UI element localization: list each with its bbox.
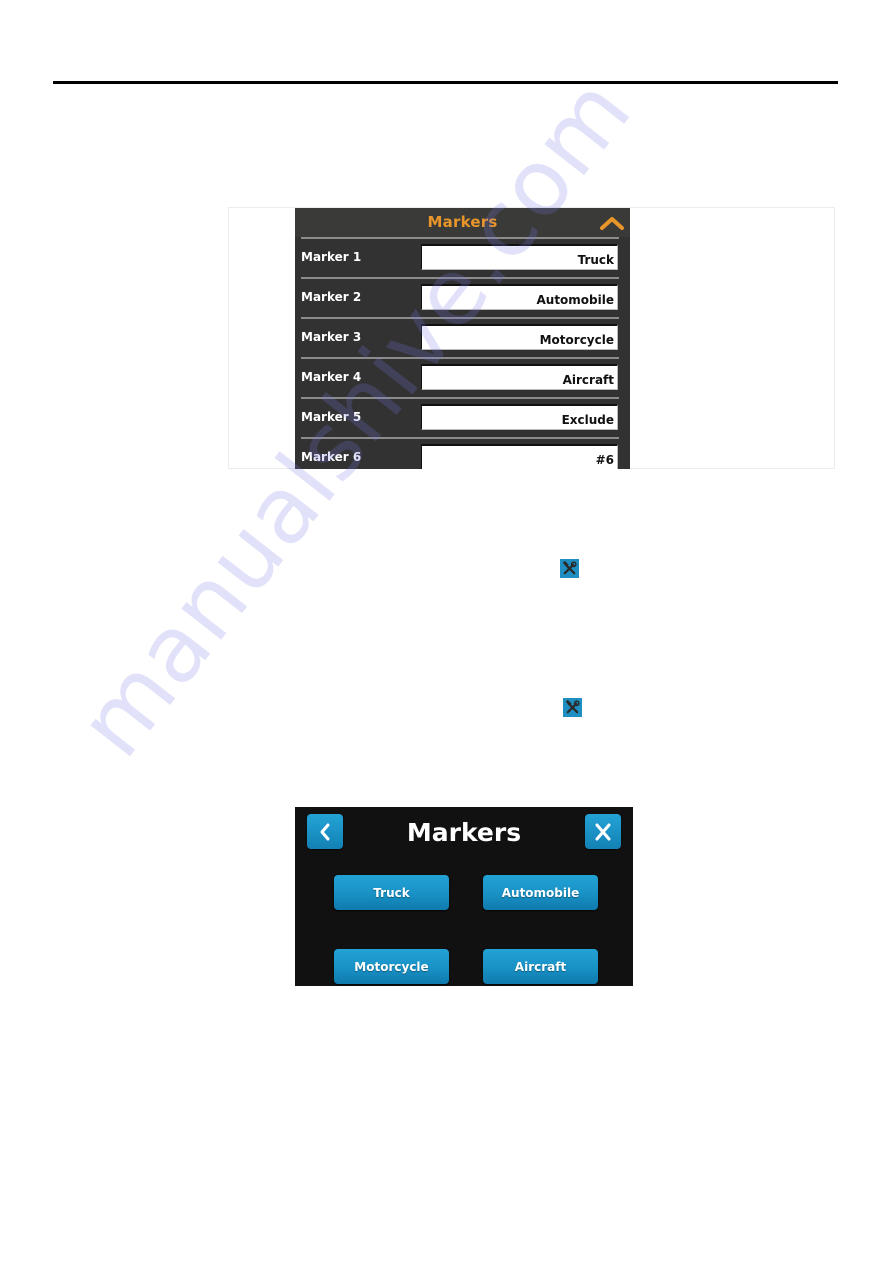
row-separator (301, 237, 619, 239)
markers-settings-panel: Markers Marker 1 Marker 2 Marker 3 Marke… (295, 208, 630, 469)
marker-button-truck[interactable]: Truck (334, 875, 449, 910)
page-header-rule (53, 81, 838, 84)
marker-3-label: Marker 3 (301, 330, 362, 344)
row-separator (301, 277, 619, 279)
wrench-hammer-glyph (562, 561, 577, 575)
marker-1-input[interactable] (421, 244, 618, 270)
marker-5-label: Marker 5 (301, 410, 362, 424)
settings-title: Markers (427, 213, 498, 231)
markers-selection-panel: Markers Truck Automobile Motorcycle Airc… (295, 807, 633, 986)
row-separator (301, 357, 619, 359)
marker-button-motorcycle[interactable]: Motorcycle (334, 949, 449, 984)
marker-4-input[interactable] (421, 364, 618, 390)
marker-3-input[interactable] (421, 324, 618, 350)
marker-5-input[interactable] (421, 404, 618, 430)
marker-1-label: Marker 1 (301, 250, 362, 264)
marker-2-input[interactable] (421, 284, 618, 310)
close-icon (595, 823, 611, 840)
settings-row-marker-2: Marker 2 (295, 277, 630, 317)
marker-6-input[interactable] (421, 444, 618, 469)
close-button[interactable] (585, 814, 621, 849)
markers-title: Markers (406, 818, 522, 847)
marker-2-label: Marker 2 (301, 290, 362, 304)
marker-button-aircraft[interactable]: Aircraft (483, 949, 598, 984)
settings-row-marker-1: Marker 1 (295, 237, 630, 277)
row-separator (301, 437, 619, 439)
row-separator (301, 397, 619, 399)
chevron-up-icon[interactable] (600, 216, 624, 230)
marker-4-label: Marker 4 (301, 370, 362, 384)
tools-icon (563, 698, 582, 717)
settings-row-marker-5: Marker 5 (295, 397, 630, 437)
marker-6-label: Marker 6 (301, 450, 362, 464)
settings-row-marker-3: Marker 3 (295, 317, 630, 357)
row-separator (301, 317, 619, 319)
settings-row-marker-4: Marker 4 (295, 357, 630, 397)
settings-row-marker-6: Marker 6 (295, 437, 630, 469)
wrench-hammer-glyph (565, 700, 580, 714)
settings-header: Markers (295, 208, 630, 237)
marker-button-automobile[interactable]: Automobile (483, 875, 598, 910)
tools-icon (560, 559, 579, 578)
